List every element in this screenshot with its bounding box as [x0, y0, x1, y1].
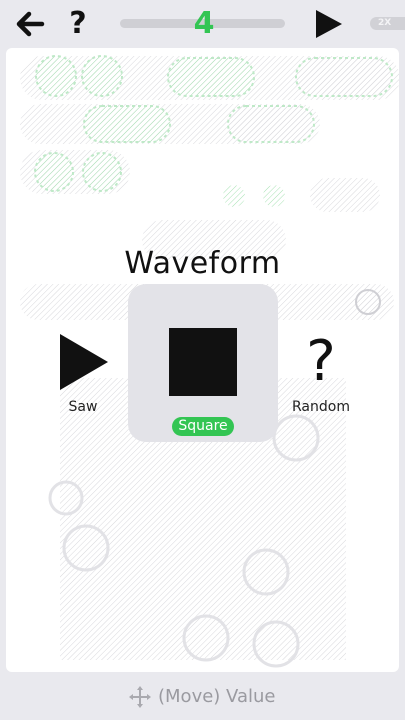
speed-toggle[interactable]: 2X [370, 17, 405, 30]
play-icon[interactable] [312, 8, 344, 40]
random-icon: ? [306, 329, 336, 394]
move-arrows-icon [129, 686, 151, 708]
option-random-label: Random [292, 399, 350, 415]
picker-title: Waveform [124, 246, 281, 281]
square-wave-icon [169, 328, 237, 396]
saw-icon [60, 334, 108, 390]
speed-label: 2X [378, 18, 392, 28]
control-hint: (Move) Value [0, 682, 405, 712]
option-random[interactable]: ? Random [246, 284, 396, 442]
top-bar: ? 4 2X [0, 0, 405, 48]
option-square-label: Square [172, 417, 234, 436]
level-number: 4 [193, 6, 215, 41]
back-arrow-icon[interactable] [14, 8, 46, 40]
hint-text: (Move) Value [158, 686, 276, 707]
help-button[interactable]: ? [64, 4, 92, 44]
